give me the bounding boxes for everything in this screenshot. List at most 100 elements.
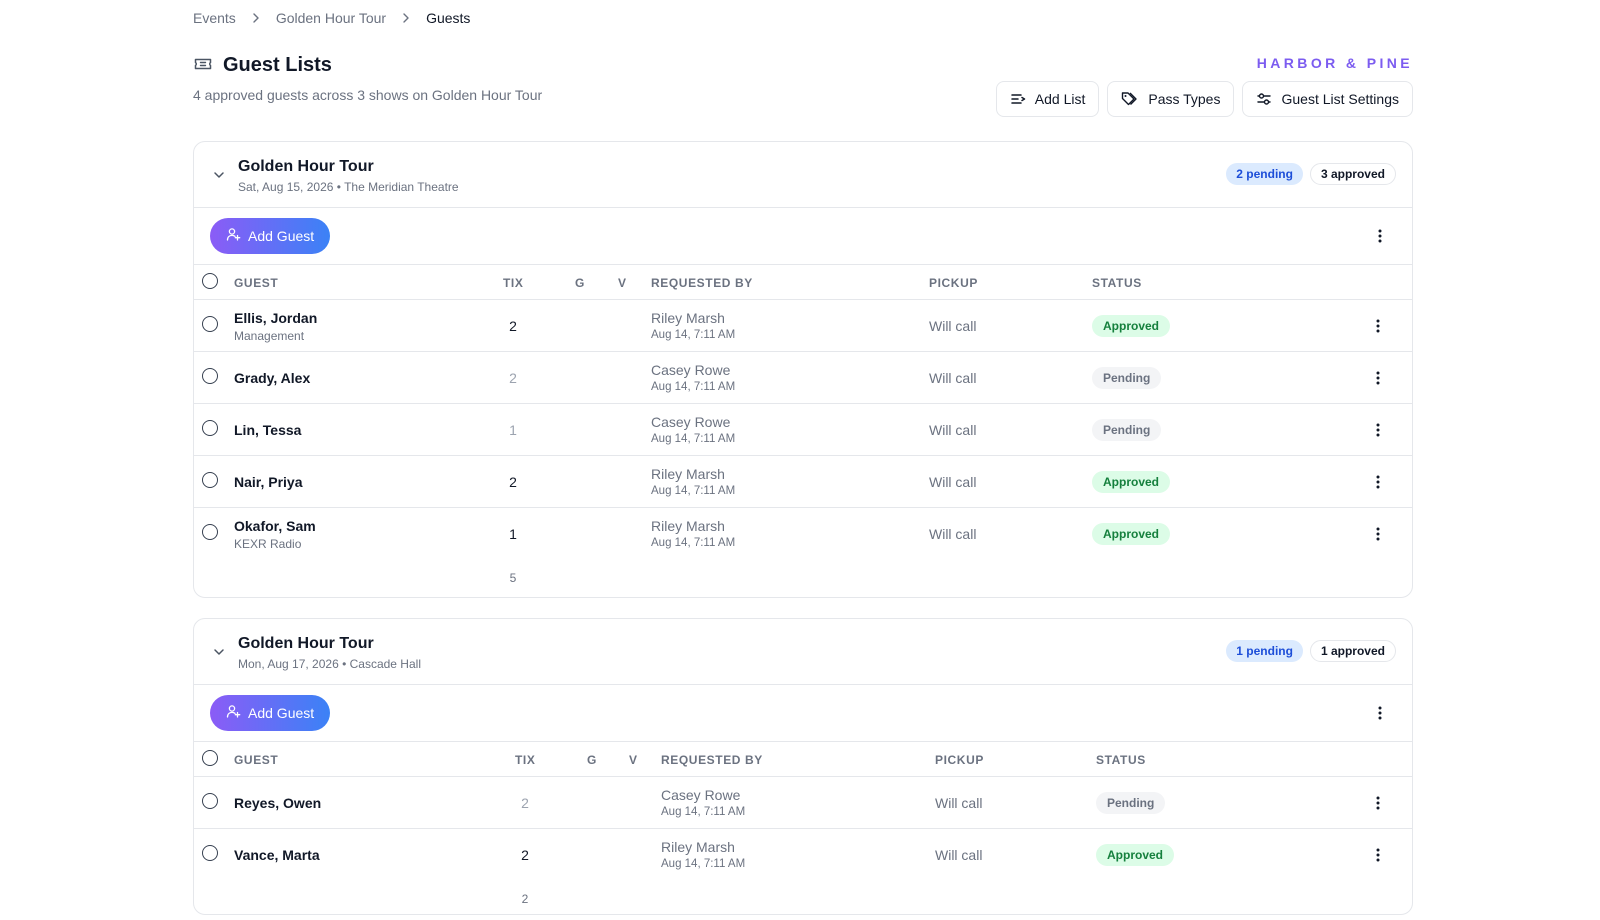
row-checkbox[interactable]: [202, 420, 218, 436]
row-menu-kebab-icon[interactable]: [1368, 472, 1388, 492]
guest-name[interactable]: Lin, Tessa: [234, 422, 301, 438]
requested-at: Aug 14, 7:11 AM: [651, 537, 736, 549]
show-toolbar: Add Guest: [194, 685, 1412, 742]
tix-total-row: 5: [194, 560, 1412, 598]
select-all-checkbox[interactable]: [202, 273, 218, 289]
row-menu-kebab-icon[interactable]: [1368, 316, 1388, 336]
guest-tix: 2: [509, 318, 517, 334]
list-add-icon: [1010, 91, 1026, 107]
guest-tix: 2: [509, 370, 517, 386]
guest-list-settings-button[interactable]: Guest List Settings: [1242, 81, 1413, 117]
row-menu-kebab-icon[interactable]: [1368, 845, 1388, 865]
pickup-method: Will call: [935, 847, 983, 863]
chevron-down-icon[interactable]: [212, 168, 226, 185]
show-badges: 2 pending 3 approved: [1226, 163, 1396, 185]
page-subtitle: 4 approved guests across 3 shows on Gold…: [193, 87, 543, 103]
show-menu-kebab-icon[interactable]: [1370, 703, 1390, 723]
chevron-down-icon[interactable]: [212, 645, 226, 662]
row-checkbox[interactable]: [202, 472, 218, 488]
guest-name[interactable]: Ellis, Jordan: [234, 310, 317, 326]
pending-count-badge: 2 pending: [1226, 163, 1303, 185]
col-g: G: [575, 276, 585, 290]
col-requested-by[interactable]: REQUESTED BY: [661, 753, 763, 767]
status-badge: Approved: [1092, 471, 1171, 493]
guest-name[interactable]: Grady, Alex: [234, 370, 310, 386]
col-v: V: [618, 276, 627, 290]
requested-by: Riley Marsh: [651, 310, 725, 326]
chevron-right-icon: [250, 12, 262, 24]
status-badge: Approved: [1096, 844, 1175, 866]
add-list-button[interactable]: Add List: [995, 81, 1100, 117]
status-badge: Approved: [1092, 315, 1171, 337]
row-checkbox[interactable]: [202, 316, 218, 332]
tags-icon: [1121, 91, 1139, 107]
col-tix[interactable]: TIX: [503, 276, 523, 290]
requested-at: Aug 14, 7:11 AM: [651, 485, 736, 497]
show-header[interactable]: Golden Hour Tour Sat, Aug 15, 2026 • The…: [194, 142, 1412, 208]
guest-tix: 2: [521, 795, 529, 811]
guest-name[interactable]: Vance, Marta: [234, 847, 320, 863]
row-menu-kebab-icon[interactable]: [1368, 793, 1388, 813]
add-guest-button[interactable]: Add Guest: [210, 218, 331, 254]
breadcrumb-current: Guests: [426, 10, 471, 26]
show-name: Golden Hour Tour: [238, 158, 374, 175]
pickup-method: Will call: [929, 526, 977, 542]
requested-by: Riley Marsh: [651, 466, 725, 482]
row-menu-kebab-icon[interactable]: [1368, 420, 1388, 440]
col-pickup[interactable]: PICKUP: [929, 276, 978, 290]
table-row[interactable]: Ellis, Jordan Management 2 Riley Marsh A…: [194, 300, 1412, 352]
col-requested-by[interactable]: REQUESTED BY: [651, 276, 753, 290]
table-row[interactable]: Nair, Priya 2 Riley Marsh Aug 14, 7:11 A…: [194, 456, 1412, 508]
add-guest-button[interactable]: Add Guest: [210, 695, 331, 731]
show-date-venue: Sat, Aug 15, 2026 • The Meridian Theatre: [238, 180, 459, 194]
add-guest-label: Add Guest: [248, 705, 315, 721]
row-checkbox[interactable]: [202, 524, 218, 540]
breadcrumb: Events Golden Hour Tour Guests: [193, 10, 470, 26]
table-header: GUEST TIX G V REQUESTED BY PICKUP STATUS: [194, 742, 1412, 777]
col-tix[interactable]: TIX: [515, 753, 535, 767]
row-checkbox[interactable]: [202, 793, 218, 809]
col-status[interactable]: STATUS: [1092, 276, 1142, 290]
guest-name[interactable]: Reyes, Owen: [234, 795, 321, 811]
requested-by: Casey Rowe: [651, 414, 731, 430]
requested-at: Aug 14, 7:11 AM: [651, 433, 736, 445]
row-checkbox[interactable]: [202, 845, 218, 861]
guest-name[interactable]: Okafor, Sam: [234, 518, 316, 534]
table-row[interactable]: Reyes, Owen 2 Casey Rowe Aug 14, 7:11 AM…: [194, 777, 1412, 829]
guest-affiliation: KEXR Radio: [234, 537, 302, 551]
col-v: V: [629, 753, 638, 767]
col-pickup[interactable]: PICKUP: [935, 753, 984, 767]
ticket-icon: [193, 54, 213, 77]
requested-at: Aug 14, 7:11 AM: [661, 806, 746, 818]
requested-by: Riley Marsh: [661, 839, 735, 855]
show-card: Golden Hour Tour Mon, Aug 17, 2026 • Cas…: [193, 618, 1413, 915]
guest-name[interactable]: Nair, Priya: [234, 474, 303, 490]
breadcrumb-events[interactable]: Events: [193, 10, 236, 26]
show-header[interactable]: Golden Hour Tour Mon, Aug 17, 2026 • Cas…: [194, 619, 1412, 685]
tix-total: 5: [509, 571, 517, 585]
table-row[interactable]: Lin, Tessa 1 Casey Rowe Aug 14, 7:11 AM …: [194, 404, 1412, 456]
table-row[interactable]: Grady, Alex 2 Casey Rowe Aug 14, 7:11 AM…: [194, 352, 1412, 404]
sliders-icon: [1256, 91, 1272, 107]
guest-affiliation: Management: [234, 329, 305, 343]
requested-by: Riley Marsh: [651, 518, 725, 534]
tix-total: 2: [521, 892, 529, 906]
breadcrumb-tour[interactable]: Golden Hour Tour: [276, 10, 386, 26]
show-date-venue: Mon, Aug 17, 2026 • Cascade Hall: [238, 657, 421, 671]
row-menu-kebab-icon[interactable]: [1368, 368, 1388, 388]
guest-tix: 2: [509, 474, 517, 490]
guest-lists-page: Events Golden Hour Tour Guests Guest Lis…: [0, 0, 1600, 920]
col-guest[interactable]: GUEST: [234, 276, 278, 290]
row-menu-kebab-icon[interactable]: [1368, 524, 1388, 544]
pass-types-button[interactable]: Pass Types: [1107, 81, 1235, 117]
guest-tix: 2: [521, 847, 529, 863]
select-all-checkbox[interactable]: [202, 750, 218, 766]
requested-at: Aug 14, 7:11 AM: [651, 329, 736, 341]
col-guest[interactable]: GUEST: [234, 753, 278, 767]
col-status[interactable]: STATUS: [1096, 753, 1146, 767]
table-row[interactable]: Vance, Marta 2 Riley Marsh Aug 14, 7:11 …: [194, 829, 1412, 881]
row-checkbox[interactable]: [202, 368, 218, 384]
table-row[interactable]: Okafor, Sam KEXR Radio 1 Riley Marsh Aug…: [194, 508, 1412, 560]
header-actions: Add List Pass Types Guest List Settings: [995, 81, 1413, 117]
show-menu-kebab-icon[interactable]: [1370, 226, 1390, 246]
